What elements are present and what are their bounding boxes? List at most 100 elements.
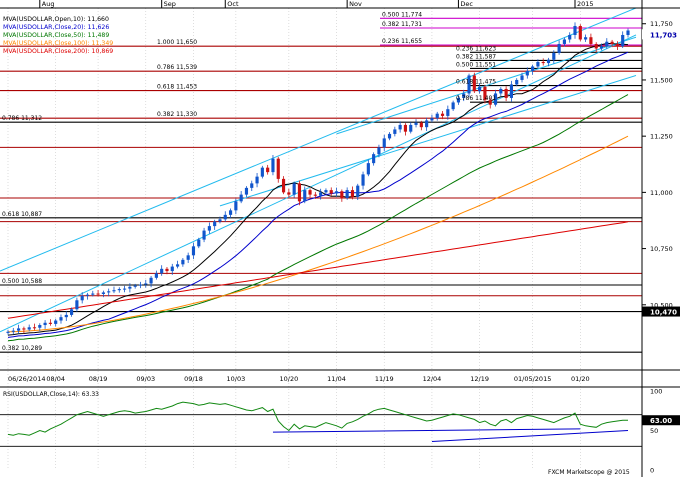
rsi-y-tick-label: 100 — [650, 388, 662, 396]
candle-body — [244, 187, 249, 195]
candle-body — [377, 147, 381, 155]
rsi-y-tick-label: 0 — [650, 467, 654, 475]
y-tick-label: 11,250 — [650, 133, 673, 141]
candle-body — [17, 328, 21, 331]
legend-entry: MVA(USDOLLAR,Close,50): 11,489 — [3, 32, 109, 39]
fib-level-label: 0.500 11,774 — [382, 11, 422, 18]
candle-body — [324, 190, 328, 193]
top-month-label: Sep — [164, 0, 176, 8]
fib-level-label: 0.786 11,539 — [157, 64, 197, 71]
candle-body — [6, 331, 10, 333]
candle-body — [281, 178, 286, 193]
candle-body — [303, 190, 307, 202]
candle-body — [451, 102, 455, 110]
candle-body — [85, 294, 90, 296]
top-month-label: Oct — [227, 0, 239, 8]
candle-body — [509, 84, 513, 98]
x-tick-label: 01/20 — [571, 375, 590, 383]
candle-body — [568, 34, 572, 40]
candle-body — [605, 41, 609, 47]
candle-body — [361, 174, 365, 186]
top-month-label: 2015 — [577, 0, 594, 8]
candle-body — [234, 201, 238, 211]
candle-body — [515, 79, 519, 85]
y-tick-label: 11,750 — [650, 20, 673, 28]
fib-level-label: 0.786 11,401 — [456, 95, 496, 102]
candle-body — [546, 59, 551, 64]
y-tick-label: 11,500 — [650, 76, 673, 84]
candle-body — [160, 268, 164, 274]
candle-body — [59, 317, 63, 321]
candle-body — [96, 293, 100, 295]
candle-body — [260, 167, 264, 177]
candle-body — [107, 291, 111, 293]
top-month-label: Nov — [349, 0, 362, 8]
candle-body — [128, 286, 132, 289]
candle-body — [181, 259, 185, 265]
candle-body — [133, 285, 137, 287]
candle-body — [541, 61, 545, 64]
candle-body — [440, 113, 445, 116]
x-tick-label: 09/03 — [136, 375, 155, 383]
candle-body — [91, 293, 95, 295]
candle-body — [621, 34, 625, 47]
candle-body — [144, 283, 148, 285]
candle-body — [610, 41, 614, 44]
candle-body — [117, 289, 121, 291]
candle-body — [430, 118, 434, 121]
candle-body — [80, 295, 84, 301]
candle-body — [573, 25, 577, 35]
candle-body — [446, 109, 450, 116]
fib-level-label: 0.382 11,587 — [456, 53, 496, 60]
candle-body — [11, 330, 15, 332]
candle-body — [70, 309, 74, 315]
candle-body — [425, 120, 429, 128]
candle-body — [562, 39, 566, 44]
candle-body — [382, 138, 386, 148]
x-tick-label: 09/18 — [184, 375, 203, 383]
x-tick-label: 11/04 — [327, 375, 346, 383]
candle-body — [239, 194, 243, 202]
x-tick-label: 12/04 — [423, 375, 442, 383]
candle-body — [520, 75, 524, 80]
candle-body — [223, 214, 227, 220]
candle-body — [557, 43, 561, 53]
candle-body — [213, 221, 217, 227]
fib-level-label: 0.382 11,330 — [157, 111, 197, 118]
candle-body — [626, 30, 630, 35]
candle-body — [32, 327, 37, 329]
fib-level-label: 1.000 11,650 — [157, 39, 197, 46]
candle-body — [191, 246, 196, 256]
candle-body — [615, 43, 619, 47]
candle-body — [202, 230, 206, 240]
candle-body — [170, 266, 174, 272]
candle-body — [578, 25, 582, 40]
x-tick-label: 08/19 — [89, 375, 108, 383]
candle-body — [292, 183, 296, 195]
candle-body — [228, 210, 233, 215]
top-month-label: Dec — [460, 0, 473, 8]
candle-body — [589, 37, 593, 44]
candle-body — [123, 288, 127, 290]
rsi-y-tick-label: 50 — [650, 427, 658, 435]
legend-entry: MVA(USDOLLAR,Close,100): 11,349 — [3, 40, 113, 47]
candle-body — [435, 113, 439, 119]
candle-body — [27, 327, 31, 330]
candle-body — [419, 122, 423, 128]
candle-body — [38, 325, 42, 328]
candle-body — [101, 292, 105, 295]
rsi-legend-label: RSI(USDOLLAR,Close,14): 63.33 — [3, 391, 99, 398]
fib-level-label: 0.500 10,588 — [2, 278, 42, 285]
candle-body — [403, 124, 408, 132]
candle-body — [584, 37, 588, 40]
candle-body — [218, 219, 222, 222]
last-price-label: 11,703 — [650, 31, 677, 39]
candle-body — [366, 163, 370, 175]
candle-body — [504, 88, 508, 98]
candle-body — [75, 300, 79, 310]
chart-container: 0.500 11,774 0.382 11,731 0.236 11,655 1.00… — [0, 0, 680, 477]
candle-body — [112, 290, 116, 292]
candle-body — [308, 190, 312, 195]
candle-body — [372, 154, 376, 164]
candle-body — [552, 52, 556, 60]
